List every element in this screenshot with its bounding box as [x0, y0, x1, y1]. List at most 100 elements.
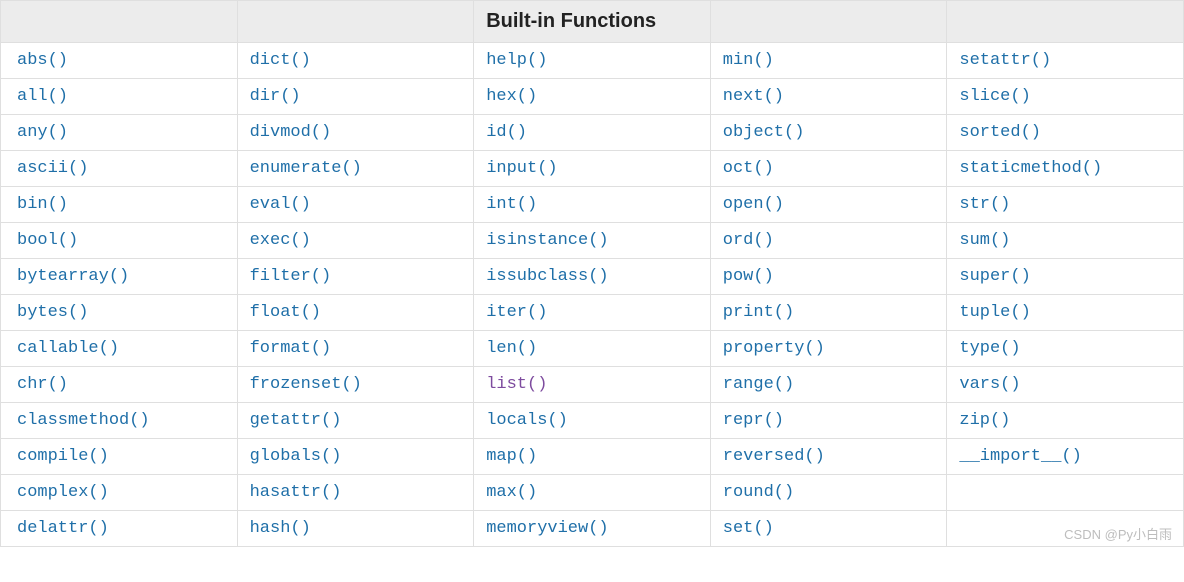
function-link[interactable]: reversed() [723, 447, 825, 466]
function-link[interactable]: isinstance() [486, 231, 608, 250]
table-cell: hex() [474, 79, 711, 115]
header-col-4 [710, 1, 947, 43]
function-link[interactable]: ord() [723, 231, 774, 250]
table-cell: bytes() [1, 295, 238, 331]
table-cell: frozenset() [237, 367, 474, 403]
table-cell: dict() [237, 43, 474, 79]
function-link[interactable]: __import__() [959, 447, 1081, 466]
function-link[interactable]: bin() [17, 195, 68, 214]
table-row: bool() exec() isinstance() ord() sum() [1, 223, 1184, 259]
table-cell: memoryview() [474, 511, 711, 547]
function-link[interactable]: zip() [959, 411, 1010, 430]
table-row: bytes() float() iter() print() tuple() [1, 295, 1184, 331]
function-link[interactable]: list() [486, 375, 547, 394]
function-link[interactable]: exec() [250, 231, 311, 250]
function-link[interactable]: eval() [250, 195, 311, 214]
table-cell: eval() [237, 187, 474, 223]
function-link[interactable]: tuple() [959, 303, 1030, 322]
function-link[interactable]: classmethod() [17, 411, 150, 430]
function-link[interactable]: max() [486, 483, 537, 502]
table-cell: bytearray() [1, 259, 238, 295]
function-link[interactable]: vars() [959, 375, 1020, 394]
function-link[interactable]: callable() [17, 339, 119, 358]
function-link[interactable]: bytes() [17, 303, 88, 322]
function-link[interactable]: abs() [17, 51, 68, 70]
table-cell: id() [474, 115, 711, 151]
function-link[interactable]: id() [486, 123, 527, 142]
function-link[interactable]: globals() [250, 447, 342, 466]
function-link[interactable]: min() [723, 51, 774, 70]
table-cell: input() [474, 151, 711, 187]
table-cell: format() [237, 331, 474, 367]
function-link[interactable]: filter() [250, 267, 332, 286]
function-link[interactable]: len() [486, 339, 537, 358]
function-link[interactable]: dict() [250, 51, 311, 70]
function-link[interactable]: hash() [250, 519, 311, 538]
function-link[interactable]: object() [723, 123, 805, 142]
function-link[interactable]: any() [17, 123, 68, 142]
table-cell: open() [710, 187, 947, 223]
table-cell: __import__() [947, 439, 1184, 475]
table-row: abs() dict() help() min() setattr() [1, 43, 1184, 79]
function-link[interactable]: enumerate() [250, 159, 362, 178]
function-link[interactable]: delattr() [17, 519, 109, 538]
table-cell: next() [710, 79, 947, 115]
table-cell: max() [474, 475, 711, 511]
function-link[interactable]: slice() [959, 87, 1030, 106]
function-link[interactable]: complex() [17, 483, 109, 502]
function-link[interactable]: pow() [723, 267, 774, 286]
function-link[interactable]: compile() [17, 447, 109, 466]
table-cell: list() [474, 367, 711, 403]
function-link[interactable]: super() [959, 267, 1030, 286]
function-link[interactable]: help() [486, 51, 547, 70]
function-link[interactable]: oct() [723, 159, 774, 178]
function-link[interactable]: chr() [17, 375, 68, 394]
function-link[interactable]: hex() [486, 87, 537, 106]
function-link[interactable]: frozenset() [250, 375, 362, 394]
function-link[interactable]: bytearray() [17, 267, 129, 286]
table-cell: setattr() [947, 43, 1184, 79]
function-link[interactable]: round() [723, 483, 794, 502]
function-link[interactable]: setattr() [959, 51, 1051, 70]
table-cell: int() [474, 187, 711, 223]
function-link[interactable]: range() [723, 375, 794, 394]
function-link[interactable]: open() [723, 195, 784, 214]
table-cell: property() [710, 331, 947, 367]
function-link[interactable]: str() [959, 195, 1010, 214]
table-cell: hash() [237, 511, 474, 547]
function-link[interactable]: sorted() [959, 123, 1041, 142]
function-link[interactable]: getattr() [250, 411, 342, 430]
function-link[interactable]: all() [17, 87, 68, 106]
function-link[interactable]: set() [723, 519, 774, 538]
function-link[interactable]: memoryview() [486, 519, 608, 538]
function-link[interactable]: next() [723, 87, 784, 106]
table-cell [947, 475, 1184, 511]
function-link[interactable]: dir() [250, 87, 301, 106]
function-link[interactable]: locals() [486, 411, 568, 430]
table-cell: ascii() [1, 151, 238, 187]
function-link[interactable]: issubclass() [486, 267, 608, 286]
function-link[interactable]: ascii() [17, 159, 88, 178]
function-link[interactable]: print() [723, 303, 794, 322]
function-link[interactable]: iter() [486, 303, 547, 322]
function-link[interactable]: type() [959, 339, 1020, 358]
function-link[interactable]: divmod() [250, 123, 332, 142]
function-link[interactable]: sum() [959, 231, 1010, 250]
table-header-row: Built-in Functions [1, 1, 1184, 43]
function-link[interactable]: float() [250, 303, 321, 322]
function-link[interactable]: format() [250, 339, 332, 358]
function-link[interactable]: property() [723, 339, 825, 358]
function-link[interactable]: hasattr() [250, 483, 342, 502]
table-cell: zip() [947, 403, 1184, 439]
function-link[interactable]: staticmethod() [959, 159, 1102, 178]
function-link[interactable]: int() [486, 195, 537, 214]
table-cell: object() [710, 115, 947, 151]
header-col-5 [947, 1, 1184, 43]
function-link[interactable]: repr() [723, 411, 784, 430]
function-link[interactable]: bool() [17, 231, 78, 250]
table-row: delattr() hash() memoryview() set() [1, 511, 1184, 547]
function-link[interactable]: map() [486, 447, 537, 466]
table-cell: len() [474, 331, 711, 367]
table-cell: any() [1, 115, 238, 151]
function-link[interactable]: input() [486, 159, 557, 178]
